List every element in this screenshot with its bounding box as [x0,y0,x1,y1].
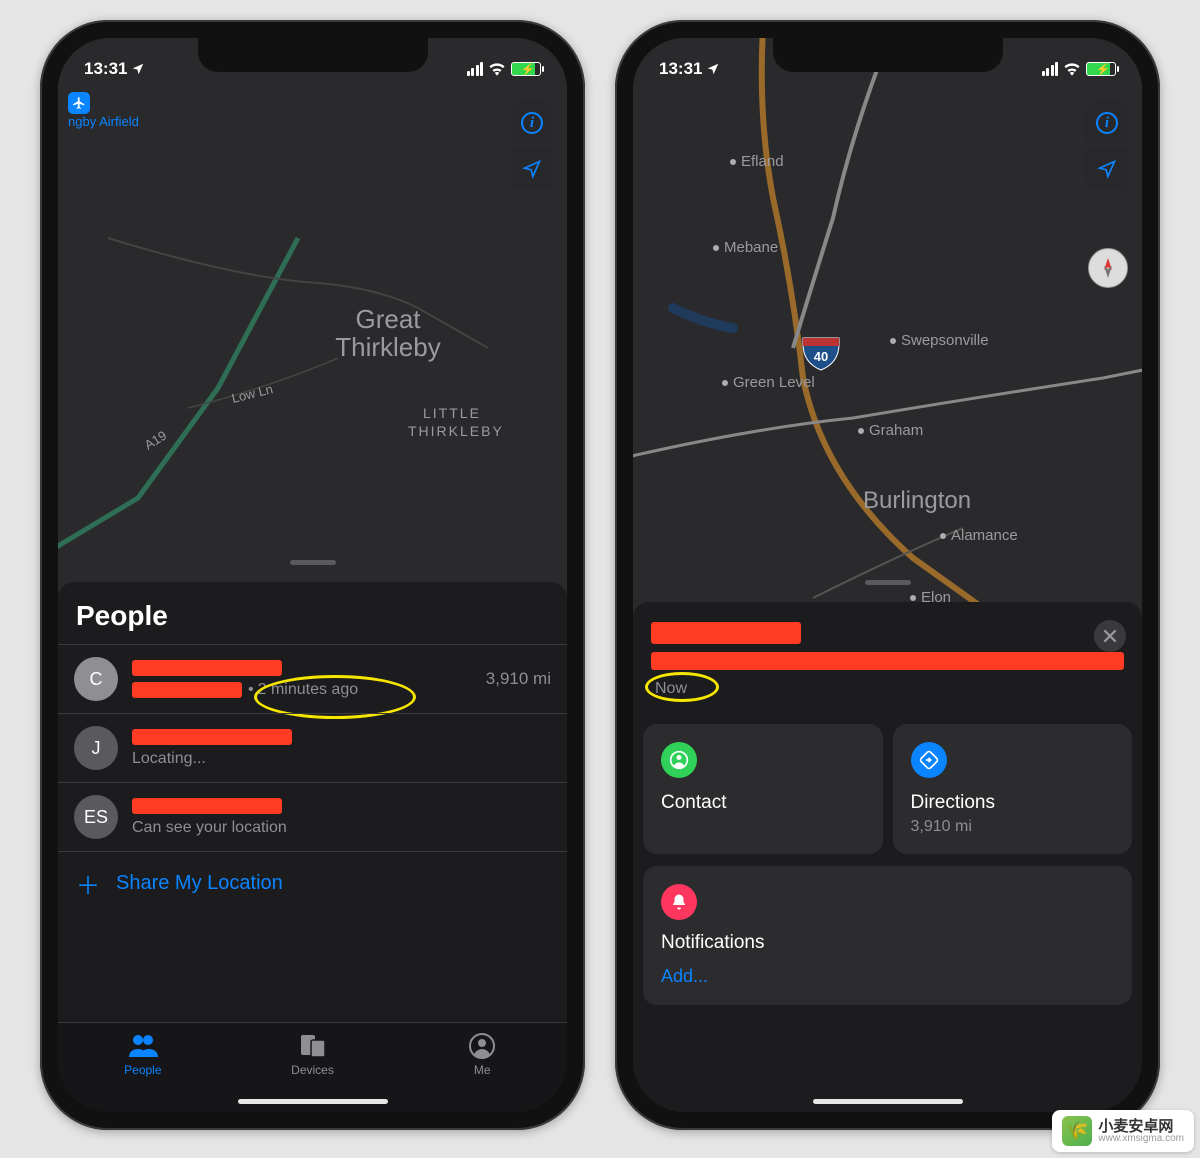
notch [198,38,428,72]
battery-icon: ⚡ [1086,62,1116,76]
share-location-button[interactable]: ＋ Share My Location [58,851,567,915]
add-notification-button[interactable]: Add... [661,966,1114,987]
tab-label: Devices [291,1063,334,1077]
compass-icon[interactable] [1088,248,1128,288]
info-icon: i [521,112,543,134]
action-cards: Contact Directions 3,910 mi [643,724,1132,854]
me-icon [469,1033,495,1059]
contact-card[interactable]: Contact [643,724,883,854]
person-row-c[interactable]: C • 2 minutes ago 3,910 mi [58,644,567,713]
now-timestamp: Now [651,678,715,700]
dot-separator: • [248,681,254,699]
wifi-icon [488,62,506,76]
plus-icon: ＋ [76,866,100,901]
redacted-name [651,622,801,644]
watermark-brand: 小麦安卓网 [1098,1119,1184,1134]
info-button[interactable]: i [1086,102,1128,144]
person-content: • 2 minutes ago [132,660,472,699]
tab-people[interactable]: People [58,1023,228,1112]
battery-icon: ⚡ [511,62,541,76]
redacted-name [132,660,282,676]
left-screen: 13:31 ⚡ Great Thirkleby LITTLE THIRKLEBY… [58,38,567,1112]
watermark-domain: www.xmsigma.com [1098,1134,1184,1144]
svg-text:Graham: Graham [869,422,923,439]
person-content: Locating... [132,729,551,768]
locate-button[interactable] [1086,148,1128,190]
tab-label: Me [474,1063,491,1077]
share-label: Share My Location [116,872,283,895]
card-title: Notifications [661,932,1114,954]
sheet-title: People [58,582,567,644]
person-detail-sheet[interactable]: Now Contact Directions 3,910 mi [633,602,1142,1112]
poi-label: ngby Airfield [68,114,139,129]
right-screen: 13:31 ⚡ 40 Efland Mebane [633,38,1142,1112]
status-time-text: 13:31 [84,59,127,79]
timestamp: 2 minutes ago [258,681,359,699]
card-title: Contact [661,792,865,814]
close-button[interactable] [1094,620,1126,652]
home-indicator[interactable] [813,1099,963,1104]
signal-bars-icon [467,62,484,76]
locate-button[interactable] [511,148,553,190]
directions-card[interactable]: Directions 3,910 mi [893,724,1133,854]
directions-distance: 3,910 mi [911,818,1115,836]
left-phone-frame: 13:31 ⚡ Great Thirkleby LITTLE THIRKLEBY… [40,20,585,1130]
devices-icon [299,1033,327,1059]
tab-label: People [124,1063,161,1077]
watermark: 🌾 小麦安卓网 www.xmsigma.com [1052,1110,1194,1152]
location-arrow-icon [522,159,542,179]
svg-text:Burlington: Burlington [863,487,971,514]
redacted-location [132,682,242,698]
status-time: 13:31 [84,59,145,79]
card-title: Directions [911,792,1115,814]
person-row-j[interactable]: J Locating... [58,713,567,782]
svg-text:Mebane: Mebane [724,239,778,256]
status-time-text: 13:31 [659,59,702,79]
notifications-card: Notifications Add... [643,866,1132,1005]
avatar: J [74,726,118,770]
people-icon [127,1033,159,1059]
watermark-icon: 🌾 [1062,1116,1092,1146]
svg-text:Thirkleby: Thirkleby [335,332,440,362]
map-controls: i [511,102,553,190]
map-controls: i [1086,102,1128,190]
right-phone-frame: 13:31 ⚡ 40 Efland Mebane [615,20,1160,1130]
tab-me[interactable]: Me [397,1023,567,1112]
person-row-es[interactable]: ES Can see your location [58,782,567,851]
map-poi[interactable]: ngby Airfield [68,92,139,129]
location-arrow-icon [706,62,720,76]
status-text: Locating... [132,750,551,768]
avatar: ES [74,795,118,839]
svg-text:Alamance: Alamance [951,527,1018,544]
bell-icon [661,884,697,920]
notch [773,38,1003,72]
wifi-icon [1063,62,1081,76]
status-text: Can see your location [132,819,551,837]
svg-text:Green Level: Green Level [733,374,815,391]
redacted-name [132,798,282,814]
location-arrow-icon [1097,159,1117,179]
contact-icon [661,742,697,778]
sheet-header: Now [643,618,1132,708]
svg-text:THIRKLEBY: THIRKLEBY [408,423,504,439]
svg-text:Efland: Efland [741,153,784,170]
home-indicator[interactable] [238,1099,388,1104]
person-content: Can see your location [132,798,551,837]
directions-icon [911,742,947,778]
airport-icon [68,92,90,114]
redacted-name [132,729,292,745]
svg-text:Swepsonville: Swepsonville [901,332,989,349]
distance: 3,910 mi [486,669,551,689]
signal-bars-icon [1042,62,1059,76]
info-icon: i [1096,112,1118,134]
info-button[interactable]: i [511,102,553,144]
close-icon [1103,629,1117,643]
location-arrow-icon [131,62,145,76]
avatar: C [74,657,118,701]
svg-text:LITTLE: LITTLE [423,405,481,421]
svg-text:Great: Great [355,304,421,334]
redacted-address [651,652,1124,670]
svg-text:40: 40 [814,349,828,364]
